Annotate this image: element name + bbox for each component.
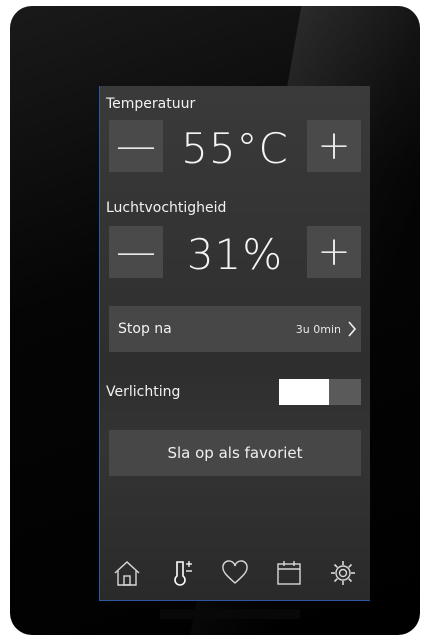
humidity-increase-button[interactable]: + xyxy=(307,226,361,278)
temperature-increase-button[interactable]: + xyxy=(307,120,361,172)
home-icon xyxy=(114,561,140,586)
calendar-icon xyxy=(277,561,301,585)
humidity-decrease-button[interactable]: — xyxy=(109,226,163,278)
lighting-label: Verlichting xyxy=(106,384,181,400)
lighting-toggle[interactable] xyxy=(279,379,361,405)
control-screen: Temperatuur — 55°C + Luchtvochtigheid — … xyxy=(99,86,370,601)
nav-favorites[interactable] xyxy=(215,553,255,593)
bezel-strip xyxy=(160,609,300,619)
stop-after-value: 3u 0min xyxy=(295,322,341,336)
nav-climate[interactable] xyxy=(161,553,201,593)
chevron-right-icon xyxy=(348,321,357,337)
plus-icon: + xyxy=(317,123,351,169)
stop-after-label: Stop na xyxy=(118,321,172,337)
temperature-value: 55°C xyxy=(181,124,289,173)
nav-home[interactable] xyxy=(107,553,147,593)
temperature-label: Temperatuur xyxy=(106,96,196,112)
bottom-navigation xyxy=(100,551,370,595)
plus-icon: + xyxy=(317,229,351,275)
settings-icon xyxy=(331,561,355,585)
nav-schedule[interactable] xyxy=(269,553,309,593)
thermometer-icon xyxy=(174,561,192,586)
nav-settings[interactable] xyxy=(323,553,363,593)
heart-icon xyxy=(222,560,248,584)
stop-after-button[interactable]: Stop na 3u 0min xyxy=(109,306,361,352)
device-frame: Temperatuur — 55°C + Luchtvochtigheid — … xyxy=(10,6,420,635)
minus-icon: — xyxy=(116,229,156,275)
humidity-label: Luchtvochtigheid xyxy=(106,200,227,216)
save-favorite-button[interactable]: Sla op als favoriet xyxy=(109,430,361,476)
humidity-value: 31% xyxy=(186,230,284,279)
minus-icon: — xyxy=(116,123,156,169)
toggle-knob xyxy=(279,379,329,405)
temperature-decrease-button[interactable]: — xyxy=(109,120,163,172)
